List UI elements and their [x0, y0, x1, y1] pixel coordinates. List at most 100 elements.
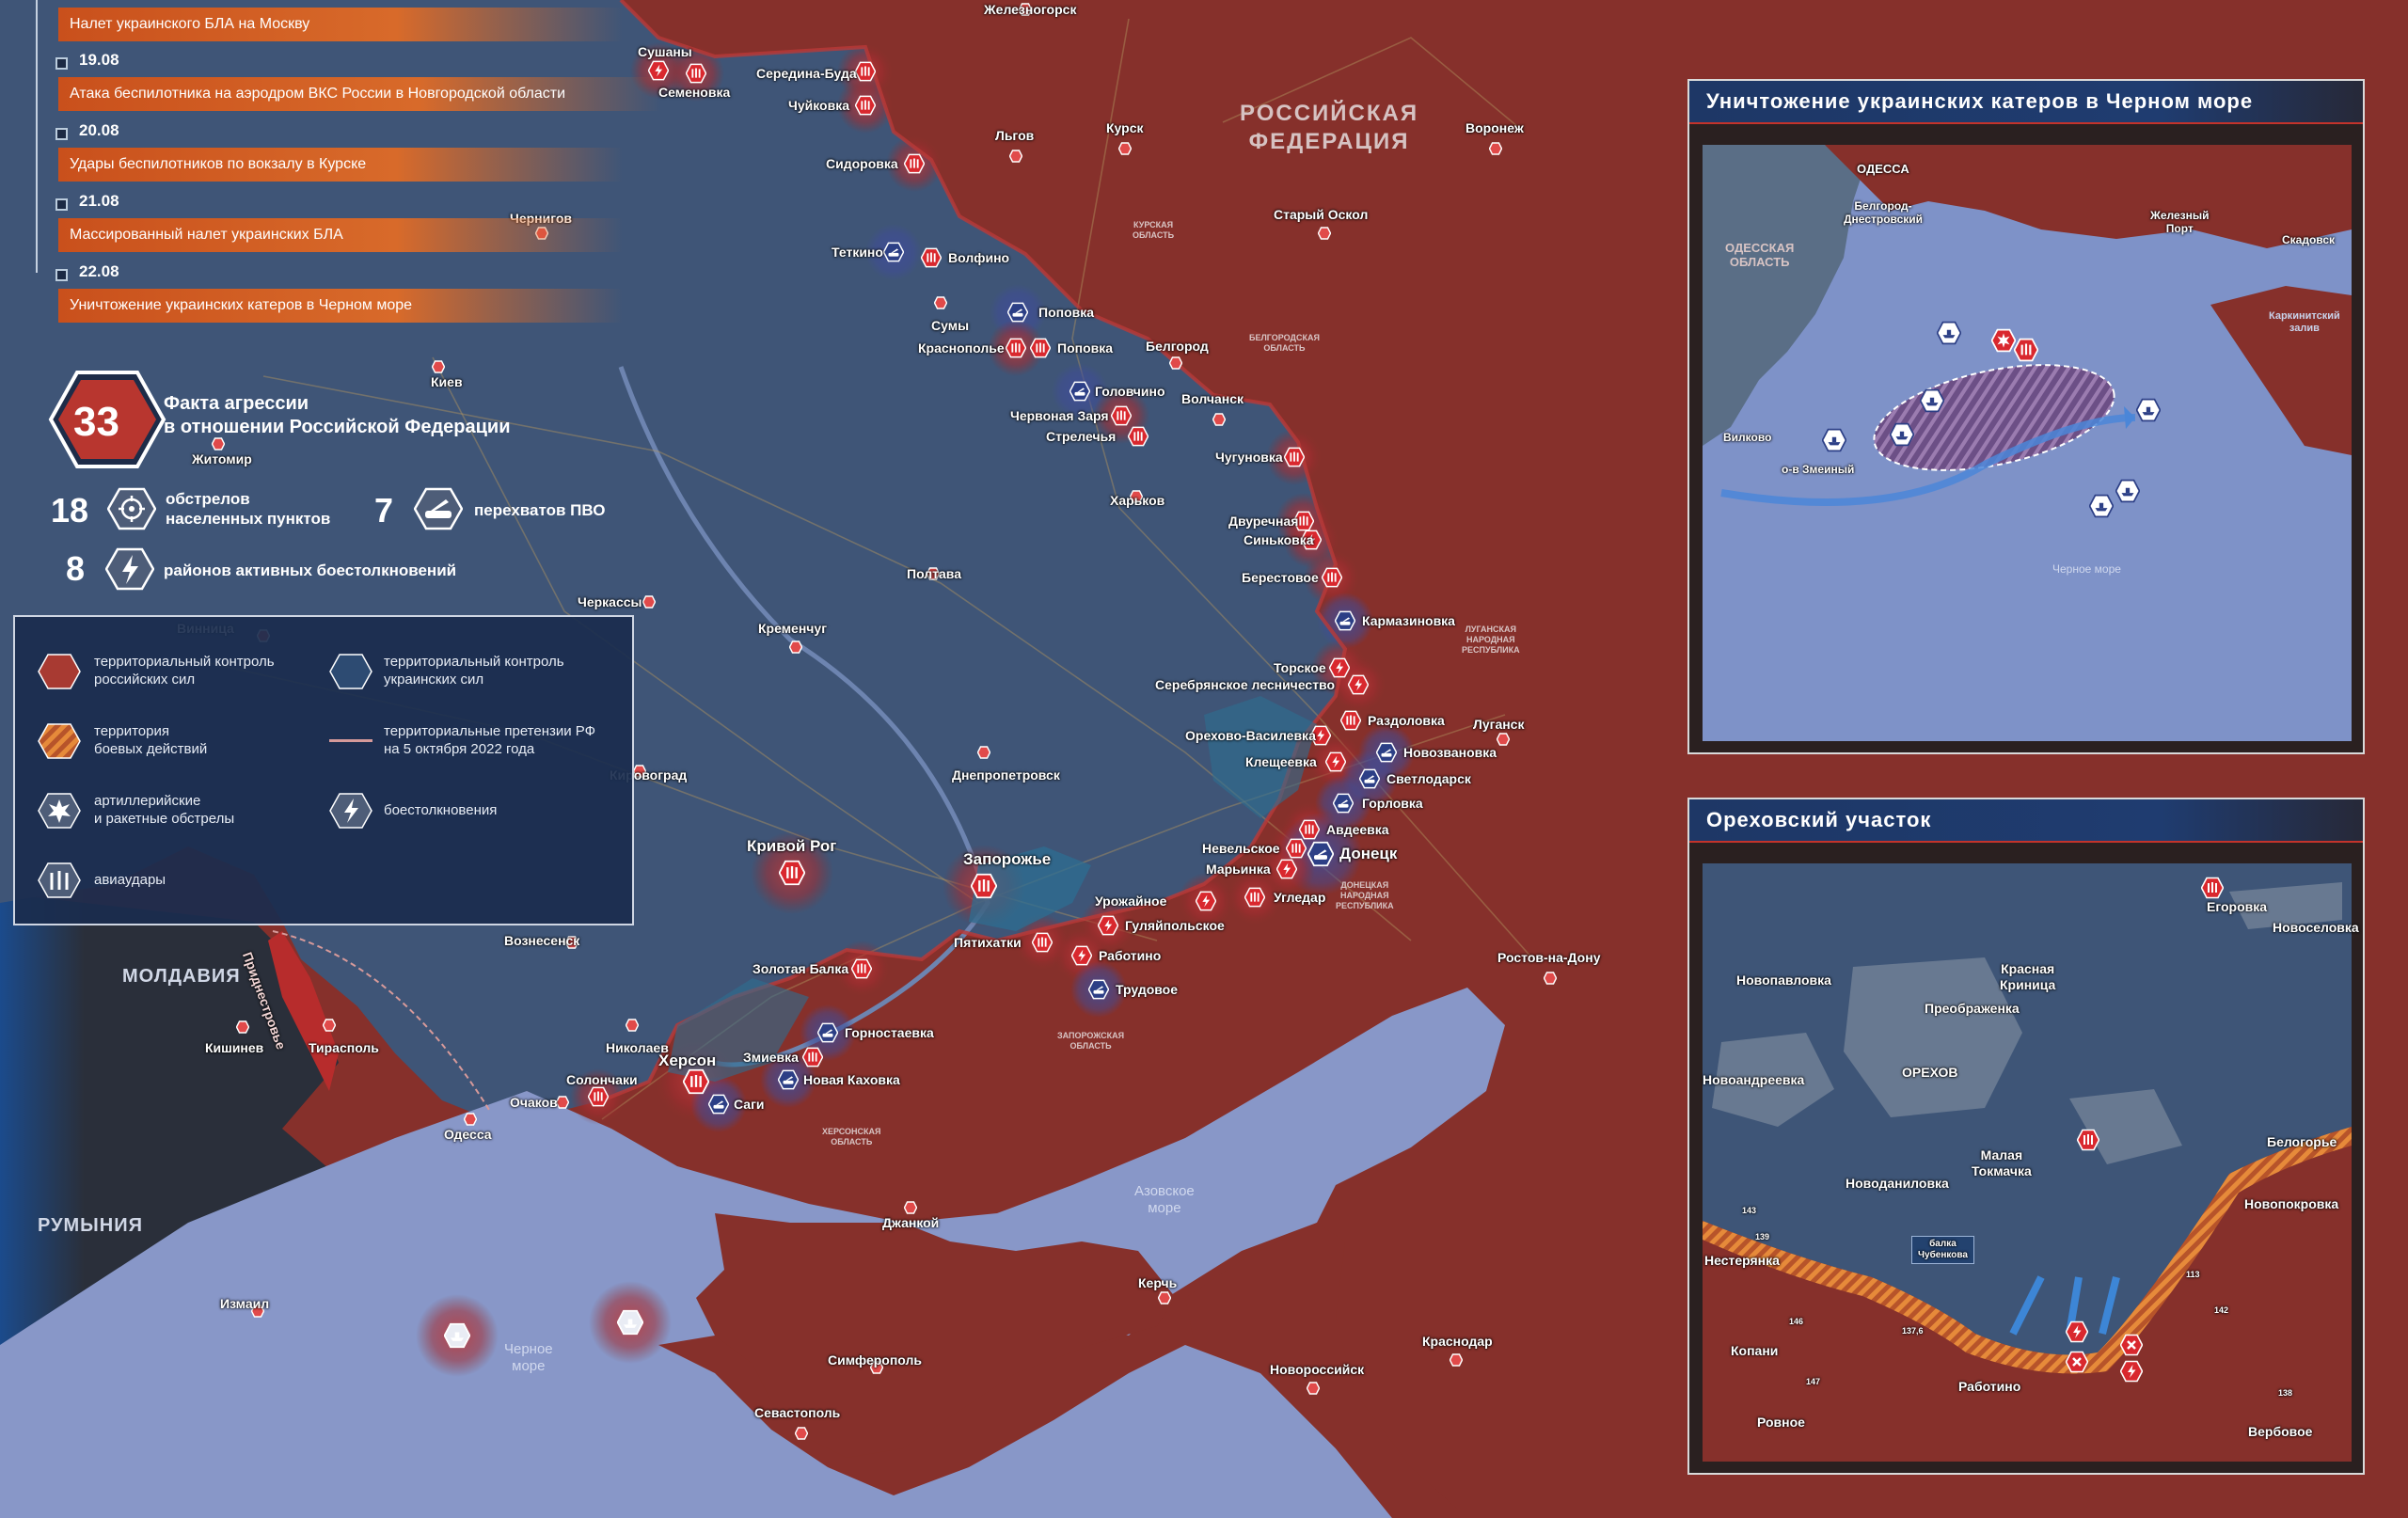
city-label-pyatikhatki: Пятихатки: [954, 935, 1022, 950]
lightning-icon: [329, 793, 372, 829]
inset-label-h138: 138: [2278, 1388, 2293, 1398]
legend-airstrikes: авиаудары: [94, 872, 166, 888]
ukrainian-control-swatch: [329, 654, 372, 689]
city-label-zmievka: Змиевка: [743, 1050, 799, 1065]
city-label-zolotaya_balka: Золотая Балка: [752, 961, 849, 976]
city-label-sevastopol: Севастополь: [754, 1405, 841, 1420]
city-label-novorossiysk: Новороссийск: [1270, 1362, 1365, 1377]
city-label-gorlovka: Горловка: [1362, 796, 1423, 811]
inset-odessa-oblast: ОДЕССКАЯ ОБЛАСТЬ: [1725, 241, 1795, 269]
inset-label-h142: 142: [2214, 1305, 2229, 1315]
city-label-izmail: Измаил: [220, 1296, 270, 1311]
city-label-zheleznogorsk: Железногорск: [984, 2, 1077, 17]
inset-black-sea-map: [1703, 145, 2352, 741]
explosion-icon: [38, 793, 81, 829]
inset-label-kopani: Копани: [1731, 1343, 1779, 1358]
timeline-axis: [36, 0, 38, 273]
city-label-voronezh: Воронеж: [1465, 120, 1524, 135]
timeline-item-2[interactable]: Удары беспилотников по вокзалу в Курске: [58, 148, 623, 182]
city-label-urozhaynoe: Урожайное: [1095, 893, 1167, 909]
inset-label-novopokrovka: Новопокровка: [2244, 1196, 2339, 1211]
moldova-label: МОЛДАВИЯ: [122, 966, 241, 987]
city-label-gulyaypolskoe: Гуляйпольское: [1125, 918, 1225, 933]
black-sea-label: Черное море: [504, 1341, 553, 1374]
inset-label-egorovka: Егоровка: [2207, 899, 2268, 914]
pvo-count: 7: [374, 491, 394, 530]
city-label-zhitomir: Житомир: [192, 451, 252, 466]
city-label-razdolovka: Раздоловка: [1368, 713, 1445, 728]
city-label-dzhankoy: Джанкой: [882, 1215, 940, 1230]
inset-odessa: ОДЕССА: [1857, 162, 1909, 176]
timeline-dot-icon: [55, 198, 68, 211]
city-label-berestovoe: Берестовое: [1242, 570, 1319, 585]
lugansk-republic-label: ЛУГАНСКАЯ НАРОДНАЯ РЕСПУБЛИКА: [1462, 625, 1520, 655]
inset-label-nesteryanka: Нестерянка: [1704, 1253, 1780, 1268]
map-infographic: РОССИЙСКАЯ ФЕДЕРАЦИЯ МОЛДАВИЯ РУМЫНИЯ При…: [0, 0, 2408, 1518]
city-label-serebryanskoe: Серебрянское лесничество: [1155, 677, 1336, 692]
legend-ukrainian-control: территориальный контроль украинских сил: [384, 654, 564, 688]
legend-clashes: боестолкновения: [384, 802, 498, 818]
city-label-nevelskoe: Невельское: [1202, 841, 1280, 856]
inset-orekhov-title: Ореховский участок: [1689, 799, 2363, 843]
city-label-poltava: Полтава: [907, 566, 962, 581]
timeline-item-3[interactable]: Массированный налет украинских БЛА: [58, 218, 623, 252]
city-label-marinka: Марьинка: [1206, 862, 1271, 877]
inset-belgorod-dnestrovsky: Белгород- Днестровский: [1844, 199, 1924, 226]
city-label-gornostaevka: Горностаевка: [845, 1025, 934, 1040]
city-label-sidorovka: Сидоровка: [826, 156, 898, 171]
kherson-oblast-label: ХЕРСОНСКАЯ ОБЛАСТЬ: [822, 1127, 881, 1146]
city-label-torskoe: Торское: [1274, 660, 1326, 675]
city-label-stary_oskol: Старый Оскол: [1274, 207, 1369, 222]
inset-label-balka: балка Чубенкова: [1911, 1236, 1974, 1264]
city-label-sushany: Сушаны: [638, 44, 692, 59]
romania-label: РУМЫНИЯ: [38, 1215, 143, 1236]
timeline-item-1[interactable]: Атака беспилотника на аэродром ВКС Росси…: [58, 77, 660, 111]
city-label-cherkassy: Черкассы: [578, 594, 642, 609]
timeline-item-4[interactable]: Уничтожение украинских катеров в Черном …: [58, 289, 623, 323]
total-count: 33: [73, 399, 119, 445]
city-label-donetsk: Донецк: [1339, 845, 1398, 862]
pvo-label: перехватов ПВО: [474, 501, 606, 519]
claims-line-swatch: [329, 739, 372, 742]
timeline-item-0[interactable]: Налет украинского БЛА на Москву: [58, 8, 623, 41]
inset-label-novoandreevka: Новоандреевка: [1703, 1072, 1805, 1087]
city-label-popovka: Поповка: [1038, 305, 1095, 320]
inset-label-novodanilovka: Новоданиловка: [1846, 1176, 1949, 1191]
inset-label-h1376: 137,6: [1902, 1326, 1924, 1336]
inset-label-h146: 146: [1789, 1317, 1804, 1326]
russian-control-swatch: [38, 654, 81, 689]
city-label-krivoy_rog: Кривой Рог: [747, 837, 837, 855]
timeline-date-1: 19.08: [79, 51, 119, 69]
shelling-label: обстрелов населенных пунктов: [166, 490, 331, 528]
clash-label: районов активных боестолкновений: [164, 561, 457, 579]
inset-orekhov: Ореховский участок Егоровка Новоселовка Но…: [1687, 798, 2365, 1475]
city-label-kharkov: Харьков: [1110, 493, 1165, 508]
legend-artillery: артиллерийские и ракетные обстрелы: [94, 793, 235, 827]
legend: территориальный контроль российских сил т…: [13, 615, 634, 925]
inset-zmeiny: о-в Змеиный: [1782, 463, 1855, 476]
inset-label-h147: 147: [1806, 1377, 1821, 1386]
inset-label-preobrazhenka: Преображенка: [1925, 1001, 2020, 1016]
city-label-strelechya: Стрелечья: [1046, 429, 1117, 444]
city-label-kerch: Керчь: [1138, 1275, 1178, 1290]
russia-label: РОССИЙСКАЯ ФЕДЕРАЦИЯ: [1240, 101, 1419, 154]
city-label-krasnodar: Краснодар: [1422, 1334, 1493, 1349]
city-label-novozvanovka: Новозвановка: [1403, 745, 1497, 760]
city-label-odessa: Одесса: [444, 1127, 492, 1142]
shelling-count: 18: [51, 491, 89, 530]
city-label-ugledar: Угледар: [1274, 890, 1326, 905]
inset-label-h113: 113: [2186, 1270, 2200, 1279]
legend-combat-zone: территория боевых действий: [94, 723, 208, 757]
inset-label-orekhov: ОРЕХОВ: [1902, 1065, 1958, 1080]
city-label-rostov: Ростов-на-Дону: [1497, 950, 1601, 965]
city-label-chugunovka: Чугуновка: [1215, 450, 1283, 465]
city-label-chervonaya_zarya: Червоная Заря: [1010, 408, 1109, 423]
inset-label-h143: 143: [1742, 1206, 1757, 1215]
legend-claims: территориальные претензии РФ на 5 октября…: [384, 723, 596, 757]
city-label-sagi: Саги: [734, 1097, 765, 1112]
city-label-kiev: Киев: [431, 374, 463, 389]
city-label-ochakov: Очаков: [510, 1095, 558, 1110]
city-label-sumy: Сумы: [931, 318, 970, 333]
city-label-kursk: Курск: [1106, 120, 1144, 135]
city-label-novaya_kakhovka: Новая Каховка: [803, 1072, 900, 1087]
